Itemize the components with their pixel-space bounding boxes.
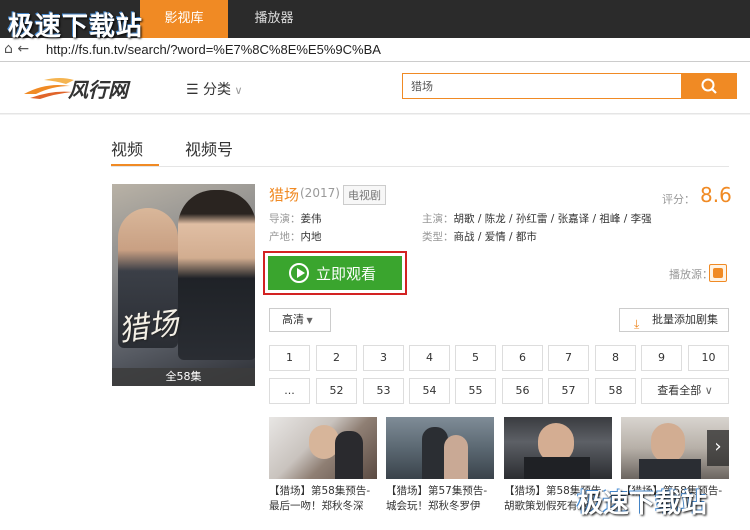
episode-button[interactable]: 6	[502, 345, 543, 371]
episode-button[interactable]: 52	[316, 378, 357, 404]
tab-video[interactable]: 视频	[111, 136, 143, 160]
watch-now-label: 立即观看	[316, 265, 377, 283]
preview-caption[interactable]: 【猎场】第57集预告-城会玩！郑秋冬罗伊	[386, 484, 496, 514]
director-line: 导演：姜伟	[269, 211, 322, 226]
poster-episode-count: 全58集	[112, 368, 255, 386]
episode-button[interactable]: 4	[409, 345, 450, 371]
genre-label: 类型：	[422, 231, 454, 243]
source-icon[interactable]	[709, 264, 727, 282]
category-label: 分类	[203, 82, 232, 98]
preview-caption[interactable]: 【猎场】第58集预告-最后一吻！郑秋冬深	[269, 484, 379, 514]
episode-button[interactable]: 56	[502, 378, 543, 404]
show-poster[interactable]: 猎场 全58集	[112, 184, 255, 386]
download-icon: ⤓	[634, 317, 640, 331]
region-value: 内地	[300, 231, 322, 243]
search-box	[402, 73, 682, 99]
quality-select[interactable]: 高清 ▼	[269, 308, 331, 332]
episode-button[interactable]: 58	[595, 378, 636, 404]
show-title[interactable]: 猎场	[269, 184, 299, 205]
episode-button[interactable]: 7	[548, 345, 589, 371]
preview-thumbnail[interactable]	[269, 417, 377, 479]
episode-button[interactable]: 3	[363, 345, 404, 371]
preview-thumbnail[interactable]	[386, 417, 494, 479]
search-input[interactable]	[403, 74, 663, 98]
tab-video-account[interactable]: 视频号	[185, 136, 233, 160]
episode-button[interactable]: 8	[595, 345, 636, 371]
caret-down-icon: ▼	[304, 316, 313, 325]
region-label: 产地：	[269, 231, 301, 243]
episode-ellipsis-button[interactable]: ...	[269, 378, 310, 404]
genre-value[interactable]: 商战 / 爱情 / 都市	[454, 231, 537, 243]
show-year: (2017)	[300, 186, 340, 200]
episode-button[interactable]: 53	[363, 378, 404, 404]
view-all-label: 查看全部	[657, 384, 702, 397]
episode-button[interactable]: 10	[688, 345, 729, 371]
episode-button[interactable]: 57	[548, 378, 589, 404]
tab-film-library[interactable]: 影视库	[140, 0, 228, 38]
carousel-next-button[interactable]: ›	[707, 430, 729, 466]
cast-line: 主演：胡歌 / 陈龙 / 孙红雷 / 张嘉译 / 祖峰 / 李强	[422, 211, 652, 226]
search-button[interactable]	[681, 73, 737, 99]
episode-button[interactable]: 55	[455, 378, 496, 404]
preview-thumbnail[interactable]	[504, 417, 612, 479]
batch-add-button[interactable]: ⤓ 批量添加剧集	[619, 308, 729, 332]
episode-button[interactable]: 9	[641, 345, 682, 371]
watermark-top: 极速下载站	[8, 12, 144, 42]
director-label: 导演：	[269, 213, 301, 225]
divider	[111, 166, 729, 167]
poster-figure-right	[178, 190, 255, 360]
category-menu[interactable]: ☰ 分类 ∨	[186, 79, 243, 99]
watermark-bottom: 极速下载站	[577, 489, 708, 519]
watch-now-button[interactable]: 立即观看	[268, 256, 402, 290]
region-line: 产地：内地	[269, 229, 322, 244]
home-back-icons[interactable]: ⌂ ←	[4, 41, 29, 57]
search-icon	[701, 78, 717, 94]
cast-value[interactable]: 胡歌 / 陈龙 / 孙红雷 / 张嘉译 / 祖峰 / 李强	[454, 213, 652, 225]
score-label: 评分：	[662, 193, 695, 206]
episode-button[interactable]: 2	[316, 345, 357, 371]
cast-label: 主演：	[422, 213, 454, 225]
score-value: 8.6	[700, 183, 732, 207]
source-label: 播放源：	[669, 268, 713, 281]
batch-add-label: 批量添加剧集	[652, 313, 718, 326]
url-field[interactable]: http://fs.fun.tv/search/?word=%E7%8C%8E%…	[46, 42, 381, 57]
tab-player[interactable]: 播放器	[232, 0, 316, 38]
view-all-button[interactable]: 查看全部 ∨	[641, 378, 729, 404]
menu-icon: ☰	[186, 82, 204, 98]
play-icon	[289, 263, 309, 283]
logo-text: 风行网	[68, 78, 128, 102]
episode-button[interactable]: 1	[269, 345, 310, 371]
director-value[interactable]: 姜伟	[301, 213, 322, 225]
quality-value: 高清	[282, 313, 304, 326]
chevron-down-icon: ∨	[231, 84, 243, 97]
chevron-down-icon: ∨	[701, 384, 713, 397]
type-badge: 电视剧	[343, 185, 386, 205]
episode-button[interactable]: 5	[455, 345, 496, 371]
episode-button[interactable]: 54	[409, 378, 450, 404]
poster-title-art: 猎场	[116, 305, 181, 349]
genre-line: 类型：商战 / 爱情 / 都市	[422, 229, 537, 244]
